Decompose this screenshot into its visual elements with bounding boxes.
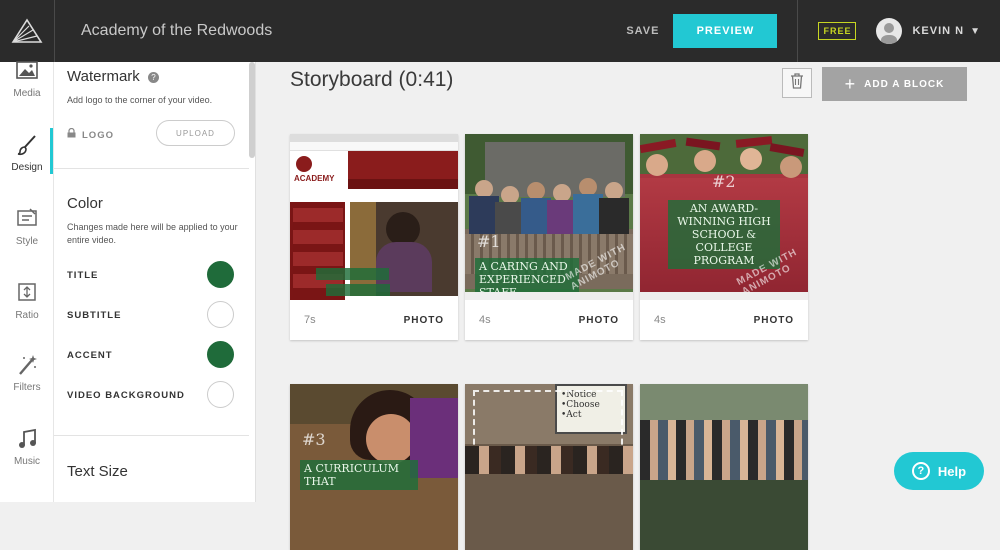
rail-item-filters[interactable]: Filters <box>0 354 54 393</box>
upload-button[interactable]: UPLOAD <box>156 120 235 146</box>
color-label-accent: ACCENT <box>67 350 113 361</box>
card-duration[interactable]: 4s <box>479 314 491 326</box>
avatar[interactable] <box>876 18 903 44</box>
music-note-icon <box>0 428 54 450</box>
thumb-number: #3 <box>302 430 326 449</box>
storyboard-title: Storyboard (0:41) <box>290 68 454 91</box>
watermark-description: Add logo to the corner of your video. <box>67 95 213 105</box>
preview-button[interactable]: PREVIEW <box>673 14 778 48</box>
card-thumbnail[interactable]: #1 A CARING AND EXPERIENCED STAFF MADE W… <box>465 134 633 300</box>
divider <box>54 168 249 169</box>
panel-scrollbar[interactable] <box>249 62 255 158</box>
watermark-heading: Watermark ? <box>67 68 159 85</box>
ratio-icon <box>0 282 54 304</box>
rail-item-music[interactable]: Music <box>0 428 54 467</box>
divider <box>797 0 799 62</box>
design-panel: Watermark ? Add logo to the corner of yo… <box>54 62 256 502</box>
storyboard-card[interactable]: •Notice •Choose •Act <box>465 384 633 550</box>
top-bar: Academy of the Redwoods SAVE PREVIEW FRE… <box>0 0 1000 62</box>
card-type: PHOTO <box>578 314 619 326</box>
plan-badge[interactable]: FREE <box>818 22 857 40</box>
thumb-number: #2 <box>712 172 736 191</box>
rail-item-label: Filters <box>13 382 41 393</box>
user-name[interactable]: KEVIN N <box>912 25 964 37</box>
storyboard-card[interactable]: ACADEMY 7s PHOTO <box>290 134 458 340</box>
style-icon <box>0 208 54 230</box>
color-description: Changes made here will be applied to you… <box>67 222 238 245</box>
storyboard-area: Storyboard (0:41) + ADD A BLOCK ACADEMY <box>256 62 1000 550</box>
storyboard-card[interactable]: #3 A CURRICULUM THAT <box>290 384 458 550</box>
card-thumbnail[interactable]: #2 AN AWARD-WINNING HIGH SCHOOL & COLLEG… <box>640 134 808 300</box>
rail-item-label: Design <box>11 162 43 173</box>
logo-label-text: LOGO <box>82 130 114 141</box>
rail-item-design[interactable]: Design <box>0 134 54 173</box>
rail-item-style[interactable]: Style <box>0 208 54 247</box>
active-indicator <box>50 128 53 174</box>
storyboard-card[interactable] <box>640 384 808 550</box>
rail-item-media[interactable]: Media <box>0 60 54 99</box>
card-type: PHOTO <box>403 314 444 326</box>
image-icon <box>0 60 54 82</box>
brush-icon <box>0 134 54 156</box>
storyboard-card[interactable]: #2 AN AWARD-WINNING HIGH SCHOOL & COLLEG… <box>640 134 808 340</box>
color-label-video-background: VIDEO BACKGROUND <box>67 390 185 401</box>
plus-icon: + <box>844 73 857 94</box>
thumb-number: #1 <box>477 232 501 251</box>
help-circle-icon[interactable]: ? <box>147 71 159 83</box>
help-label: Help <box>937 463 967 479</box>
trash-icon <box>790 72 804 94</box>
left-rail: Media Design Style Ratio Filters Music <box>0 60 54 502</box>
divider <box>54 0 55 62</box>
lock-icon <box>67 127 76 141</box>
add-block-label: ADD A BLOCK <box>864 78 945 90</box>
card-footer: 4s PHOTO <box>640 300 808 340</box>
logo-label: LOGO <box>67 127 114 141</box>
trash-button[interactable] <box>782 68 812 98</box>
card-duration[interactable]: 4s <box>654 314 666 326</box>
card-thumbnail[interactable]: #3 A CURRICULUM THAT <box>290 384 458 550</box>
text-size-title: Text Size <box>67 463 128 480</box>
card-thumbnail[interactable] <box>640 384 808 550</box>
storyboard-card[interactable]: #1 A CARING AND EXPERIENCED STAFF MADE W… <box>465 134 633 340</box>
magic-wand-icon <box>0 354 54 376</box>
thumb-caption <box>316 268 389 280</box>
card-footer: 7s PHOTO <box>290 300 458 340</box>
help-icon: ? <box>911 462 930 480</box>
color-label-title: TITLE <box>67 270 99 281</box>
card-type: PHOTO <box>753 314 794 326</box>
color-label-subtitle: SUBTITLE <box>67 310 122 321</box>
divider <box>54 435 249 436</box>
watermark-title: Watermark <box>67 68 140 85</box>
thumb-caption: AN AWARD-WINNING HIGH SCHOOL & COLLEGE P… <box>668 200 780 269</box>
color-title: Color <box>67 195 103 212</box>
thumb-caption: A CURRICULUM THAT <box>300 460 418 490</box>
title-color-swatch[interactable] <box>207 261 234 288</box>
thumb-caption <box>326 284 390 296</box>
accent-color-swatch[interactable] <box>207 341 234 368</box>
project-title[interactable]: Academy of the Redwoods <box>81 22 626 40</box>
subtitle-color-swatch[interactable] <box>207 301 234 328</box>
rail-item-ratio[interactable]: Ratio <box>0 282 54 321</box>
add-block-button[interactable]: + ADD A BLOCK <box>822 67 967 101</box>
animoto-logo-icon[interactable] <box>0 0 54 62</box>
video-background-color-swatch[interactable] <box>207 381 234 408</box>
help-button[interactable]: ? Help <box>894 452 984 490</box>
card-duration[interactable]: 7s <box>304 314 316 326</box>
card-thumbnail[interactable]: •Notice •Choose •Act <box>465 384 633 550</box>
rail-item-label: Style <box>15 236 39 247</box>
chevron-down-icon[interactable]: ▼ <box>970 26 980 37</box>
card-footer: 4s PHOTO <box>465 300 633 340</box>
save-button[interactable]: SAVE <box>626 25 659 37</box>
rail-item-label: Media <box>13 88 41 99</box>
rail-item-label: Ratio <box>15 310 39 321</box>
rail-item-label: Music <box>13 456 41 467</box>
card-thumbnail[interactable]: ACADEMY <box>290 134 458 300</box>
